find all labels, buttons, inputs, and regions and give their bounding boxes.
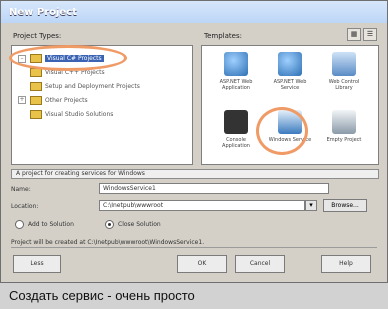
template-asp-web-app[interactable]: ASP.NET Web Application (214, 52, 258, 106)
separator (11, 247, 377, 248)
web-service-icon (278, 52, 302, 76)
list-view-button[interactable]: ☰ (363, 28, 377, 41)
add-to-solution-radio[interactable]: Add to Solution (15, 220, 74, 229)
radio-icon (105, 220, 114, 229)
browse-button[interactable]: Browse... (323, 199, 367, 212)
folder-icon (30, 109, 42, 119)
location-dropdown-button[interactable]: ▾ (305, 200, 317, 211)
template-windows-service[interactable]: Windows Service (268, 110, 312, 164)
name-field[interactable]: WindowsService1 (99, 183, 329, 194)
control-library-icon (332, 52, 356, 76)
templates-label: Templates: (204, 32, 242, 40)
dialog-title: New Project (9, 6, 77, 18)
template-asp-web-service[interactable]: ASP.NET Web Service (268, 52, 312, 106)
cancel-button[interactable]: Cancel (235, 255, 285, 273)
folder-icon (30, 67, 42, 77)
windows-service-icon (278, 110, 302, 134)
view-toggle: ▦ ☰ (347, 28, 377, 41)
templates-list[interactable]: ASP.NET Web Application ASP.NET Web Serv… (201, 45, 379, 165)
large-icons-view-button[interactable]: ▦ (347, 28, 361, 41)
close-solution-radio[interactable]: Close Solution (105, 220, 161, 229)
project-location-info: Project will be created at C:\Inetpub\ww… (11, 239, 205, 246)
empty-project-icon (332, 110, 356, 134)
less-button[interactable]: Less (13, 255, 61, 273)
web-app-icon (224, 52, 248, 76)
help-button[interactable]: Help (321, 255, 371, 273)
template-console-app[interactable]: Console Application (214, 110, 258, 164)
template-web-control-library[interactable]: Web Control Library (322, 52, 366, 106)
expand-icon[interactable]: – (18, 55, 26, 63)
tree-item-cpp[interactable]: Visual C++ Projects (30, 66, 105, 78)
location-label: Location: (11, 203, 39, 210)
location-field[interactable]: C:\Inetpub\wwwroot (99, 200, 305, 211)
name-label: Name: (11, 186, 31, 193)
project-types-label: Project Types: (13, 32, 62, 40)
ok-button[interactable]: OK (177, 255, 227, 273)
tree-item-other[interactable]: Other Projects (30, 94, 88, 106)
figure-caption: Создать сервис - очень просто (0, 283, 388, 309)
radio-icon (15, 220, 24, 229)
tree-item-setup[interactable]: Setup and Deployment Projects (30, 80, 140, 92)
template-description: A project for creating services for Wind… (11, 169, 379, 179)
new-project-dialog: New Project Project Types: Templates: ▦ … (0, 0, 388, 283)
template-empty-project[interactable]: Empty Project (322, 110, 366, 164)
folder-icon (30, 95, 42, 105)
tree-item-solutions[interactable]: Visual Studio Solutions (30, 108, 113, 120)
titlebar: New Project (1, 1, 387, 23)
folder-icon (30, 53, 42, 63)
folder-icon (30, 81, 42, 91)
tree-item-csharp[interactable]: Visual C# Projects (30, 52, 104, 64)
expand-icon[interactable]: + (18, 96, 26, 104)
console-icon (224, 110, 248, 134)
project-types-tree[interactable]: – Visual C# Projects Visual C++ Projects… (11, 45, 193, 165)
